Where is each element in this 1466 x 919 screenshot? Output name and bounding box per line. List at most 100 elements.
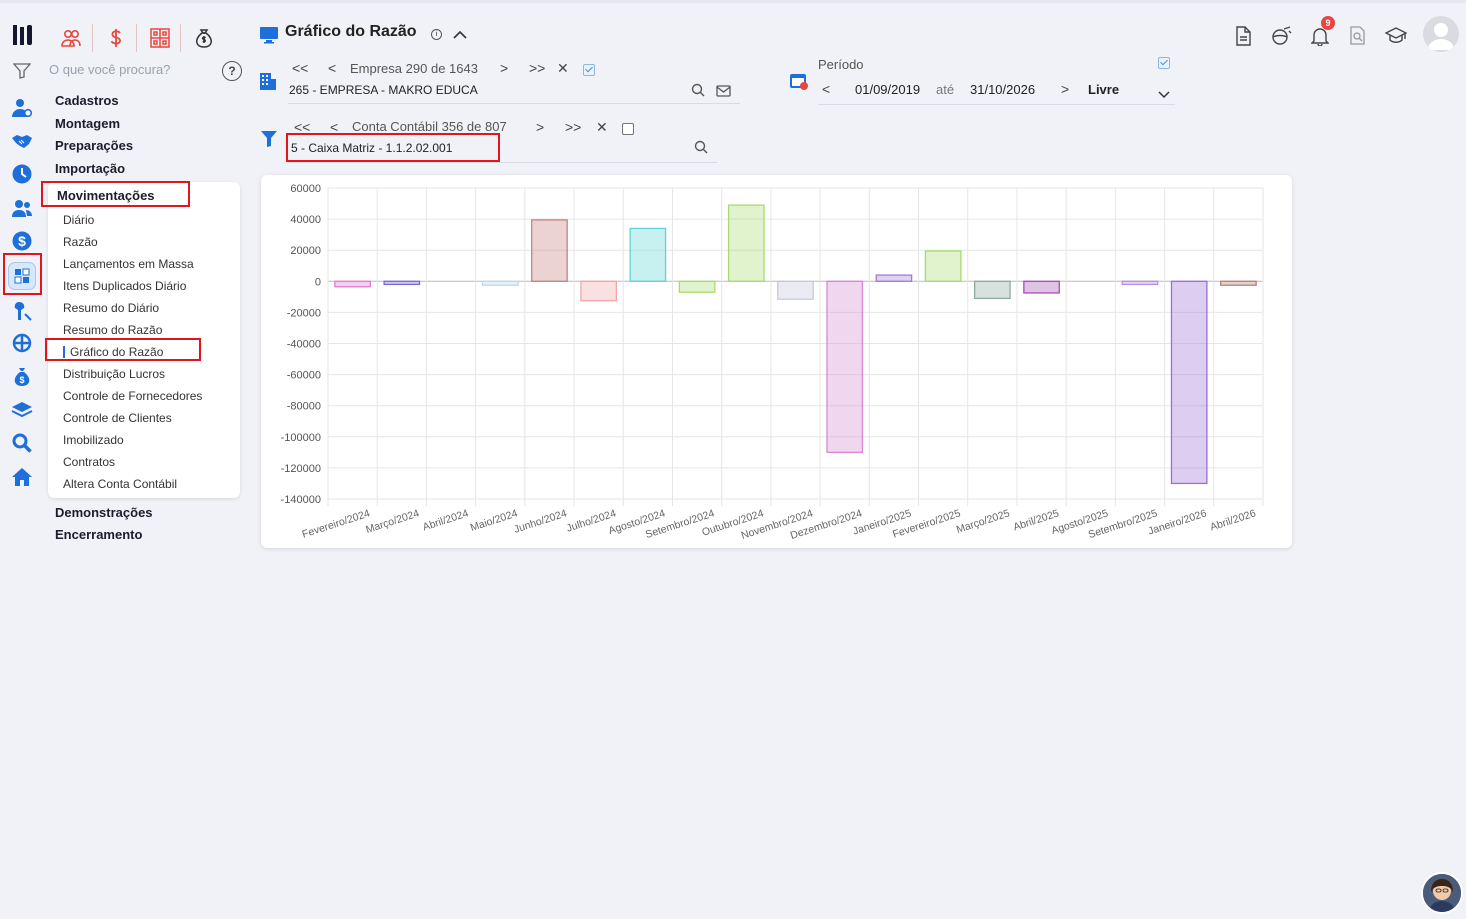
sub-item-altera-conta[interactable]: Altera Conta Contábil bbox=[63, 477, 177, 491]
assistant-avatar[interactable] bbox=[1421, 872, 1463, 914]
dollar-icon[interactable] bbox=[104, 26, 128, 50]
handshake-icon[interactable] bbox=[10, 129, 34, 153]
empresa-last-button[interactable]: >> bbox=[529, 60, 545, 76]
satellite-icon[interactable] bbox=[1270, 25, 1292, 47]
periodo-mode-select[interactable]: Livre bbox=[1088, 82, 1119, 97]
y-tick-label: -80000 bbox=[287, 401, 321, 413]
search-icon[interactable] bbox=[691, 83, 705, 102]
conta-label: Conta Contábil 356 de 807 bbox=[352, 119, 507, 134]
sub-item-itens-duplicados[interactable]: Itens Duplicados Diário bbox=[63, 279, 186, 293]
sub-item-resumo-razao[interactable]: Resumo do Razão bbox=[63, 323, 162, 337]
bar bbox=[973, 280, 1011, 300]
empresa-label: Empresa 290 de 1643 bbox=[350, 61, 478, 76]
clock-icon[interactable] bbox=[10, 162, 34, 186]
x-tick-label: Junho/2024 bbox=[512, 507, 568, 535]
conta-label-text: Conta Contábil bbox=[352, 119, 438, 134]
network-icon[interactable] bbox=[10, 331, 34, 355]
menu-group-cadastros[interactable]: Cadastros bbox=[55, 93, 119, 108]
page-title: Gráfico do Razão bbox=[285, 23, 417, 40]
y-tick-label: -60000 bbox=[287, 370, 321, 382]
bar bbox=[334, 280, 371, 288]
user-settings-icon[interactable] bbox=[10, 96, 34, 120]
calculator-icon[interactable] bbox=[8, 262, 36, 290]
menu-group-importacao[interactable]: Importação bbox=[55, 161, 125, 176]
y-tick-label: 40000 bbox=[290, 214, 321, 226]
periodo-next-button[interactable]: > bbox=[1061, 81, 1069, 97]
y-tick-label: -120000 bbox=[281, 463, 321, 475]
search-input[interactable]: O que você procura? bbox=[49, 62, 170, 77]
periodo-start[interactable]: 01/09/2019 bbox=[855, 82, 920, 97]
bar bbox=[629, 227, 667, 282]
conta-next-button[interactable]: > bbox=[536, 119, 544, 135]
empresa-next-button[interactable]: > bbox=[500, 60, 508, 76]
report-search-icon[interactable] bbox=[1346, 25, 1368, 47]
highlight-box bbox=[286, 133, 500, 162]
y-tick-label: 20000 bbox=[290, 245, 321, 257]
highlight-box bbox=[45, 338, 201, 361]
menu-group-encerramento[interactable]: Encerramento bbox=[55, 527, 142, 542]
empresa-clear-button[interactable]: ✕ bbox=[557, 60, 569, 77]
sub-item-controle-clientes[interactable]: Controle de Clientes bbox=[63, 411, 172, 425]
ledger-bar-chart: 60000 40000 20000 0 -20000 -40000 -60000 -80000… bbox=[281, 183, 1264, 542]
sub-item-imobilizado[interactable]: Imobilizado bbox=[63, 433, 124, 447]
document-icon[interactable] bbox=[1232, 25, 1254, 47]
home-icon[interactable] bbox=[10, 465, 34, 489]
bar bbox=[727, 204, 765, 282]
menu-group-preparacoes[interactable]: Preparações bbox=[55, 138, 133, 153]
info-icon[interactable]: i bbox=[431, 29, 442, 40]
bar bbox=[1220, 280, 1257, 286]
empresa-field[interactable]: 265 - EMPRESA - MAKRO EDUCA bbox=[289, 83, 478, 97]
user-avatar[interactable] bbox=[1423, 16, 1459, 52]
tools-icon[interactable] bbox=[10, 299, 34, 323]
sub-item-razao[interactable]: Razão bbox=[63, 235, 98, 249]
grid-icon[interactable] bbox=[148, 26, 172, 50]
users-icon[interactable] bbox=[10, 196, 34, 220]
sub-item-diario[interactable]: Diário bbox=[63, 213, 94, 227]
bar bbox=[678, 280, 716, 293]
conta-clear-button[interactable]: ✕ bbox=[596, 119, 608, 136]
empresa-prev-button[interactable]: < bbox=[328, 60, 336, 76]
money-bag-icon[interactable] bbox=[192, 26, 216, 50]
svg-text:$: $ bbox=[19, 375, 24, 385]
bar bbox=[383, 280, 421, 286]
help-icon[interactable]: ? bbox=[222, 61, 242, 81]
conta-last-button[interactable]: >> bbox=[565, 119, 581, 135]
periodo-sep: até bbox=[936, 82, 955, 97]
filter-funnel-icon[interactable] bbox=[260, 130, 278, 153]
x-tick-label: Março/2024 bbox=[364, 507, 421, 536]
search-icon[interactable] bbox=[10, 431, 34, 455]
bar bbox=[1170, 280, 1208, 485]
y-tick-label: -100000 bbox=[281, 432, 321, 444]
empresa-first-button[interactable]: << bbox=[292, 60, 308, 76]
sub-item-controle-fornecedores[interactable]: Controle de Fornecedores bbox=[63, 389, 202, 403]
periodo-checkbox[interactable] bbox=[1158, 57, 1170, 69]
x-tick-label: Fevereiro/2024 bbox=[301, 507, 372, 540]
dollar-circle-icon[interactable]: $ bbox=[10, 229, 34, 253]
highlight-box bbox=[41, 181, 190, 207]
mail-icon[interactable] bbox=[716, 84, 731, 102]
menu-group-demonstracoes[interactable]: Demonstrações bbox=[55, 505, 153, 520]
y-tick-label: -20000 bbox=[287, 307, 321, 319]
periodo-end[interactable]: 31/10/2026 bbox=[970, 82, 1035, 97]
money-bag-icon[interactable]: $ bbox=[10, 365, 34, 389]
sub-item-resumo-diario[interactable]: Resumo do Diário bbox=[63, 301, 159, 315]
chevron-up-icon[interactable] bbox=[453, 27, 467, 45]
periodo-prev-button[interactable]: < bbox=[822, 81, 830, 97]
sub-item-lancamentos-massa[interactable]: Lançamentos em Massa bbox=[63, 257, 194, 271]
empresa-label-text: Empresa bbox=[350, 61, 403, 76]
sub-item-distribuicao-lucros[interactable]: Distribuição Lucros bbox=[63, 367, 165, 381]
chevron-down-icon[interactable] bbox=[1158, 86, 1170, 104]
bar bbox=[481, 280, 519, 286]
layers-icon[interactable] bbox=[10, 398, 34, 422]
people-icon[interactable] bbox=[59, 26, 83, 50]
conta-checkbox[interactable] bbox=[622, 123, 634, 135]
graduation-cap-icon[interactable] bbox=[1385, 25, 1407, 47]
bar bbox=[580, 280, 618, 302]
empresa-checkbox[interactable] bbox=[583, 64, 595, 76]
building-icon bbox=[259, 71, 277, 96]
y-tick-label: -140000 bbox=[281, 494, 321, 506]
menu-group-montagem[interactable]: Montagem bbox=[55, 116, 120, 131]
search-icon[interactable] bbox=[694, 140, 708, 159]
sub-item-contratos[interactable]: Contratos bbox=[63, 455, 115, 469]
separator bbox=[136, 24, 137, 52]
